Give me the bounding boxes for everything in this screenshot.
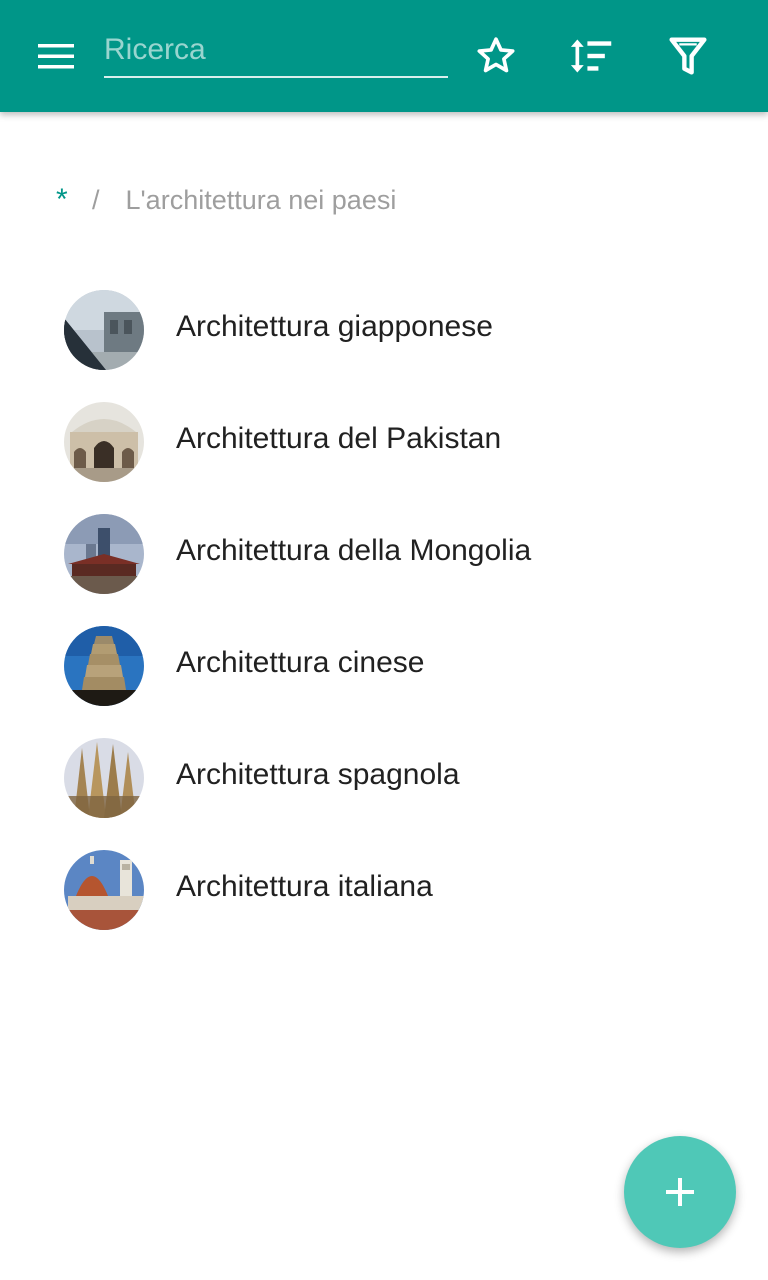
app-screen: * / L'architettura nei paesi Architettur…	[0, 0, 768, 1280]
pakistan-architecture-thumbnail	[64, 402, 144, 482]
list-item[interactable]: Architettura italiana	[0, 834, 768, 946]
list-item[interactable]: Architettura spagnola	[0, 722, 768, 834]
list-item[interactable]: Architettura giapponese	[0, 274, 768, 386]
list-item-label: Architettura del Pakistan	[176, 422, 502, 455]
sort-icon	[570, 39, 612, 73]
favorites-button[interactable]	[464, 24, 528, 88]
menu-button[interactable]	[20, 24, 92, 88]
breadcrumb-root-link[interactable]: *	[56, 183, 76, 217]
list-item-label: Architettura della Mongolia	[176, 534, 532, 567]
menu-icon	[38, 44, 74, 69]
florence-duomo-thumbnail	[64, 850, 144, 930]
chinese-pagoda-thumbnail	[64, 626, 144, 706]
sort-button[interactable]	[560, 24, 624, 88]
mongolia-architecture-thumbnail	[64, 514, 144, 594]
list-item-label: Architettura spagnola	[176, 758, 460, 791]
list-item-label: Architettura giapponese	[176, 310, 493, 343]
breadcrumb: * / L'architettura nei paesi	[56, 180, 396, 220]
sagrada-familia-thumbnail	[64, 738, 144, 818]
category-list: Architettura giapponese Architettura del…	[0, 274, 768, 946]
list-item[interactable]: Architettura del Pakistan	[0, 386, 768, 498]
breadcrumb-current: L'architettura nei paesi	[125, 184, 397, 215]
japanese-architecture-thumbnail	[64, 290, 144, 370]
filter-icon	[669, 37, 707, 75]
star-outline-icon	[477, 37, 515, 73]
list-item[interactable]: Architettura della Mongolia	[0, 498, 768, 610]
list-item[interactable]: Architettura cinese	[0, 610, 768, 722]
add-button[interactable]	[624, 1136, 736, 1248]
filter-button[interactable]	[656, 24, 720, 88]
search-input[interactable]	[104, 24, 448, 78]
search-box	[104, 18, 448, 82]
list-item-label: Architettura cinese	[176, 646, 425, 679]
breadcrumb-separator: /	[92, 184, 100, 215]
app-toolbar	[0, 0, 768, 112]
plus-icon	[666, 1178, 694, 1206]
list-item-label: Architettura italiana	[176, 870, 433, 903]
